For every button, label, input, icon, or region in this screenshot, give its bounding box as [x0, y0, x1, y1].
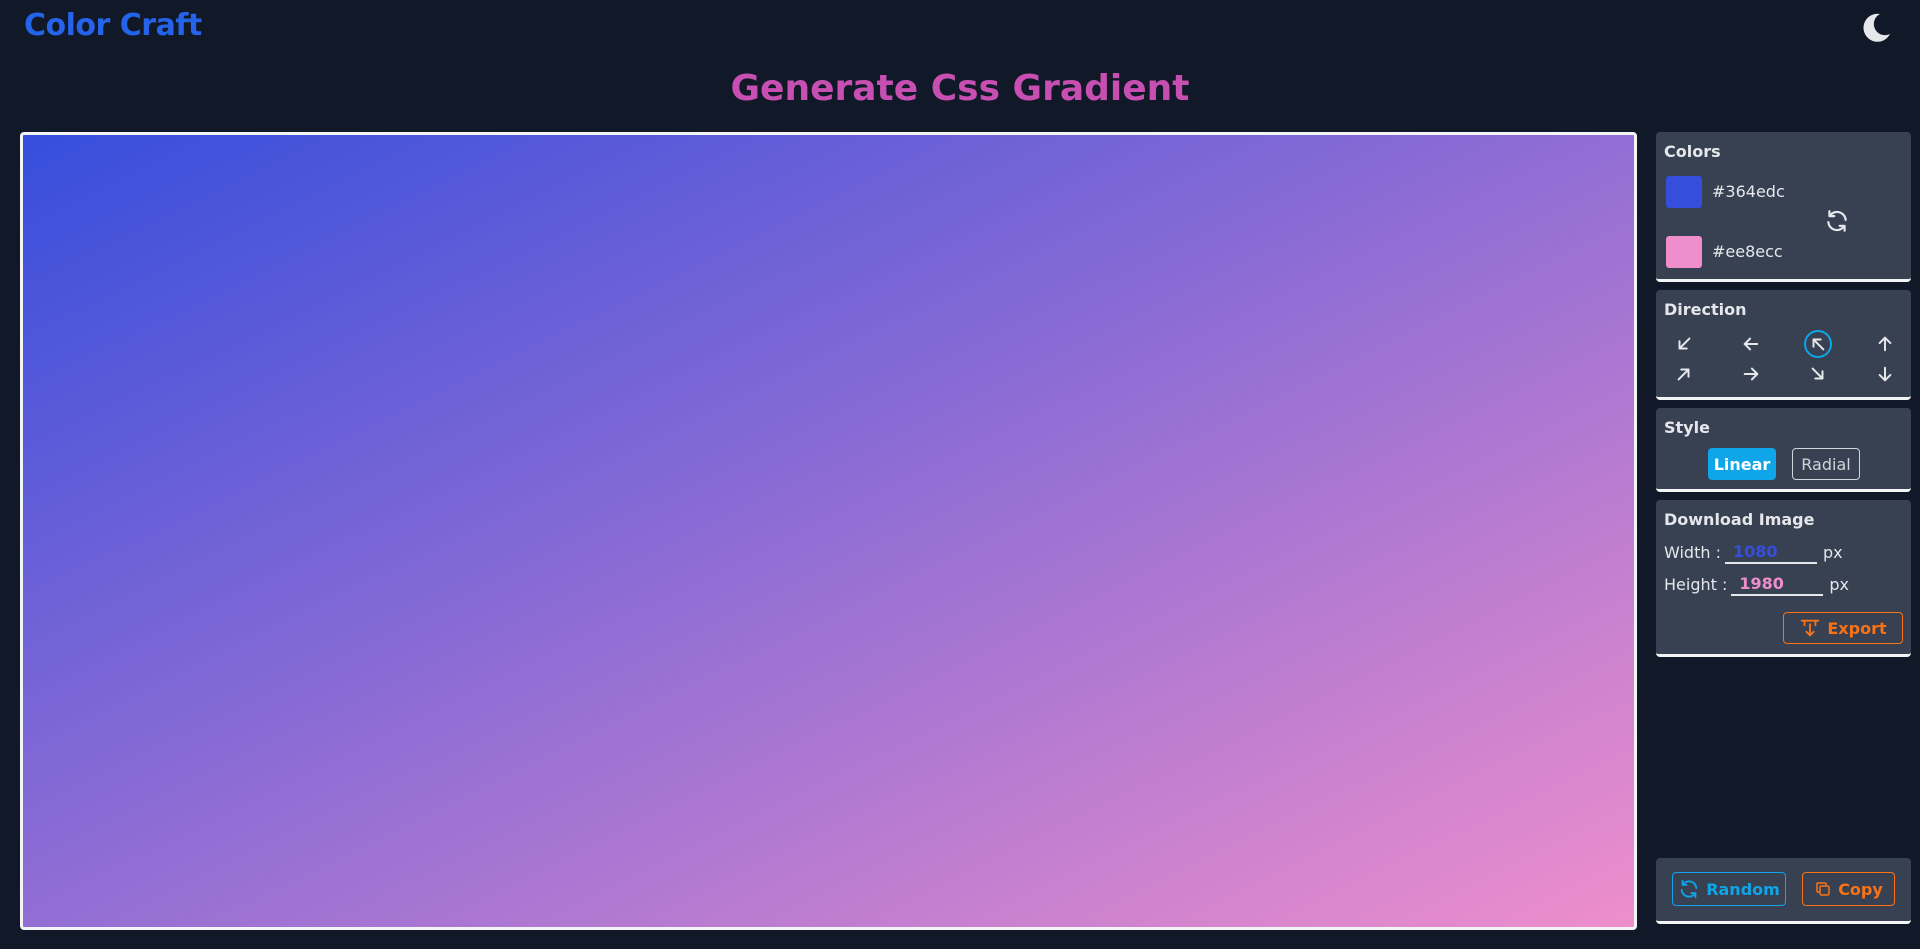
gradient-preview: [20, 132, 1637, 930]
direction-down-left-button[interactable]: [1670, 330, 1698, 358]
export-icon: [1801, 619, 1820, 637]
page-title: Generate Css Gradient: [730, 68, 1190, 109]
arrow-down-left-icon: [1678, 337, 1691, 350]
random-label: Random: [1706, 879, 1780, 899]
height-input[interactable]: [1731, 572, 1824, 596]
linear-style-button[interactable]: Linear: [1708, 448, 1776, 480]
width-row: Width : px: [1664, 540, 1843, 564]
refresh-icon: [1827, 210, 1847, 232]
app-logo[interactable]: Color Craft: [24, 8, 202, 43]
direction-panel-title: Direction: [1664, 300, 1747, 319]
arrow-up-right-icon: [1677, 368, 1690, 381]
copy-label: Copy: [1838, 879, 1883, 899]
color2-swatch[interactable]: [1666, 236, 1702, 268]
arrow-left-icon: [1743, 337, 1759, 351]
arrow-up-icon: [1878, 336, 1892, 352]
width-input[interactable]: [1724, 540, 1817, 564]
arrow-down-right-icon: [1811, 367, 1824, 380]
direction-down-button[interactable]: [1871, 360, 1899, 388]
moon-icon: [1863, 13, 1890, 42]
direction-right-button[interactable]: [1737, 360, 1765, 388]
arrow-down-icon: [1878, 366, 1892, 382]
swap-colors-button[interactable]: [1824, 208, 1850, 234]
height-label: Height :: [1664, 574, 1728, 594]
random-button[interactable]: Random: [1672, 872, 1786, 906]
export-label: Export: [1827, 618, 1887, 638]
style-panel-title: Style: [1664, 418, 1710, 437]
colors-panel: Colors #364edc #ee8ecc: [1656, 132, 1911, 282]
style-panel: Style Linear Radial: [1656, 408, 1911, 492]
direction-panel: Direction: [1656, 290, 1911, 400]
theme-toggle-button[interactable]: [1858, 10, 1894, 46]
arrow-right-icon: [1743, 367, 1759, 381]
refresh-icon: [1680, 879, 1698, 899]
arrow-up-left-icon: [1812, 338, 1825, 351]
radial-style-button[interactable]: Radial: [1792, 448, 1860, 480]
height-unit: px: [1829, 574, 1849, 594]
download-panel: Download Image Width : px Height : px Ex…: [1656, 500, 1911, 657]
actions-panel: Random Copy: [1656, 858, 1911, 924]
color1-swatch[interactable]: [1666, 176, 1702, 208]
color2-hex-label: #ee8ecc: [1712, 242, 1783, 261]
direction-up-right-button[interactable]: [1670, 360, 1698, 388]
direction-up-button[interactable]: [1871, 330, 1899, 358]
direction-up-left-button[interactable]: [1804, 330, 1832, 358]
color1-hex-label: #364edc: [1712, 182, 1785, 201]
width-unit: px: [1822, 542, 1843, 562]
height-row: Height : px: [1664, 572, 1849, 596]
width-label: Width :: [1664, 542, 1721, 562]
download-panel-title: Download Image: [1664, 510, 1815, 529]
colors-panel-title: Colors: [1664, 142, 1721, 161]
copy-icon: [1816, 882, 1830, 896]
direction-down-right-button[interactable]: [1804, 360, 1832, 388]
direction-left-button[interactable]: [1737, 330, 1765, 358]
export-button[interactable]: Export: [1783, 612, 1903, 644]
copy-button[interactable]: Copy: [1802, 872, 1895, 906]
